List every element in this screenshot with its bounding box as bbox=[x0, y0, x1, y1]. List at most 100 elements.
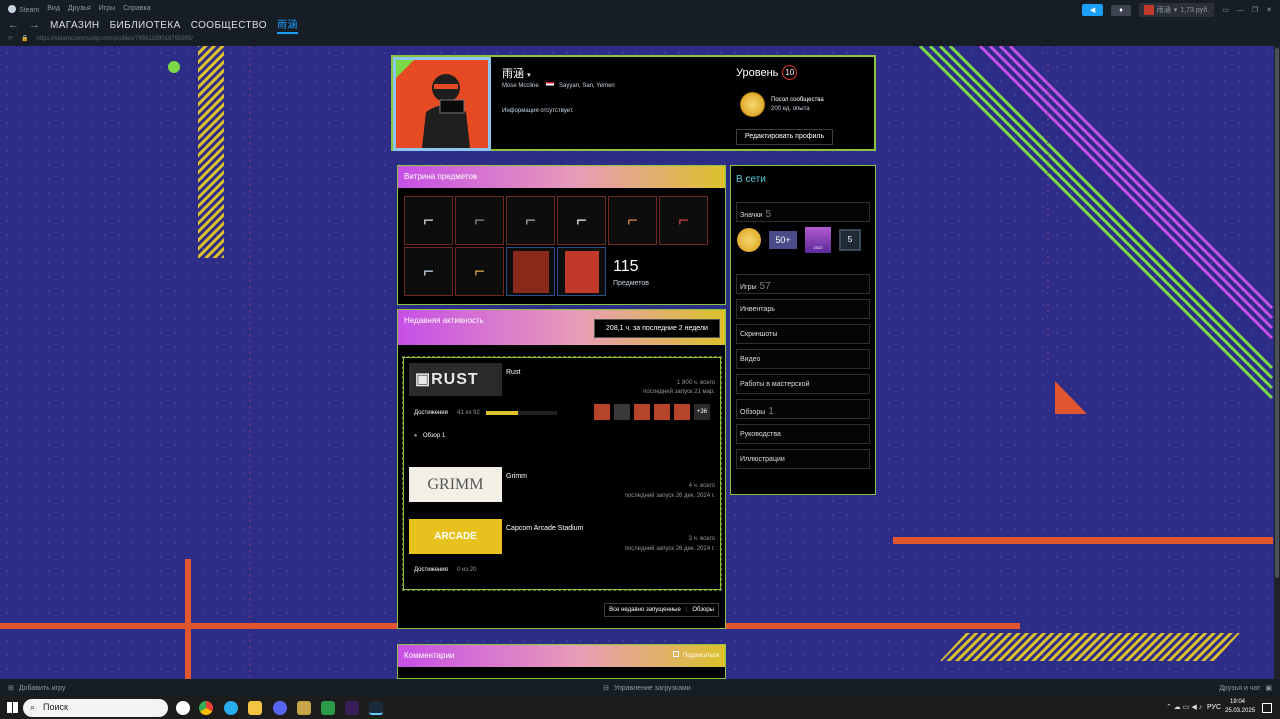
menu-steam[interactable]: Steam bbox=[8, 5, 39, 14]
menu-bar: Steam Вид Друзья Игры Справка bbox=[8, 5, 151, 14]
all-recent-link[interactable]: Все недавно запущенные bbox=[609, 607, 681, 613]
reviews-link[interactable]: Обзоры 1 bbox=[736, 399, 870, 419]
showcase-item[interactable]: ⌐ bbox=[608, 196, 657, 245]
showcase-item[interactable]: ⌐ bbox=[557, 196, 606, 245]
profile-name: 雨涵 bbox=[502, 68, 524, 80]
nav-profile[interactable]: 雨涵 bbox=[276, 16, 298, 34]
menu-games[interactable]: Игры bbox=[99, 5, 116, 14]
showcase-item[interactable]: ⌐ bbox=[506, 196, 555, 245]
forward-arrow-icon[interactable]: → bbox=[29, 19, 40, 31]
artwork-link[interactable]: Иллюстрации bbox=[736, 449, 870, 469]
account-avatar bbox=[1143, 5, 1154, 15]
rifle-icon: ⌐ bbox=[678, 210, 689, 230]
achievement-icon[interactable] bbox=[654, 404, 670, 420]
game-name[interactable]: Capcom Arcade Stadium bbox=[506, 525, 583, 532]
url-bar: ⟳ 🔒 https://steamcommunity.com/profiles/… bbox=[8, 35, 194, 43]
grimm-capsule[interactable]: GRIMM bbox=[409, 467, 502, 502]
recent-activity: Недавняя активность 208,1 ч. за последни… bbox=[397, 309, 726, 629]
level-badge: 10 bbox=[782, 65, 798, 80]
windows-start-icon[interactable] bbox=[7, 702, 18, 713]
telegram-icon[interactable] bbox=[224, 701, 238, 715]
scrollbar[interactable] bbox=[1274, 46, 1280, 679]
clock-date[interactable]: 25.03.2025 bbox=[1225, 708, 1255, 714]
url-text[interactable]: https://steamcommunity.com/profiles/7656… bbox=[37, 36, 194, 42]
nav-library[interactable]: БИБЛИОТЕКА bbox=[110, 20, 181, 31]
showcase-item[interactable]: ⌐ bbox=[455, 247, 504, 296]
games-list: ▣RUST Rust 1 800 ч. всего последний запу… bbox=[402, 356, 722, 591]
guides-link[interactable]: Руководства bbox=[736, 424, 870, 444]
account-menu[interactable]: 雨涵 ▾ 1,73 руб. bbox=[1138, 3, 1215, 17]
chrome-icon[interactable] bbox=[199, 701, 213, 715]
nav-store[interactable]: МАГАЗИН bbox=[50, 20, 100, 31]
achievements-count: 0 из 20 bbox=[457, 567, 477, 573]
announcement-button[interactable]: ◀ bbox=[1081, 4, 1104, 16]
game-name[interactable]: Grimm bbox=[506, 473, 527, 480]
featured-badge-icon[interactable] bbox=[740, 92, 765, 117]
menu-view[interactable]: Вид bbox=[47, 5, 60, 14]
notifications-button[interactable]: ♦ bbox=[1111, 4, 1131, 16]
achievement-icon[interactable] bbox=[674, 404, 690, 420]
showcase-item[interactable]: ⌐ bbox=[404, 196, 453, 245]
game-last-played: последний запуск 26 дек. 2024 г. bbox=[624, 546, 715, 552]
showcase-item[interactable] bbox=[557, 247, 606, 296]
back-arrow-icon[interactable]: ← bbox=[8, 19, 19, 31]
language-indicator[interactable]: РУС bbox=[1207, 704, 1221, 711]
subscribe-link[interactable]: Подписаться bbox=[673, 651, 719, 659]
add-game-button[interactable]: ⊞ Добавить игру bbox=[8, 684, 66, 692]
showcase-item[interactable] bbox=[506, 247, 555, 296]
edit-profile-button[interactable]: Редактировать профиль bbox=[736, 129, 833, 145]
years-of-service-badge-icon[interactable]: 50+ bbox=[769, 231, 797, 249]
community-ambassador-badge-icon[interactable] bbox=[737, 228, 761, 252]
clock-time[interactable]: 19:04 bbox=[1230, 699, 1245, 705]
achievement-icon[interactable] bbox=[594, 404, 610, 420]
online-status: В сети bbox=[736, 174, 766, 185]
scrollbar-thumb[interactable] bbox=[1275, 48, 1279, 578]
maximize-icon[interactable]: ❐ bbox=[1252, 6, 1258, 14]
achievement-more[interactable]: +36 bbox=[694, 404, 710, 420]
app-green-icon[interactable] bbox=[321, 701, 335, 715]
taskbar-search[interactable]: ⌕ Поиск bbox=[23, 699, 168, 717]
notification-center-icon[interactable] bbox=[1262, 703, 1272, 713]
menu-friends[interactable]: Друзья bbox=[68, 5, 91, 14]
inventory-link[interactable]: Инвентарь bbox=[736, 299, 870, 319]
profile-name-row[interactable]: 雨涵 ▾ bbox=[502, 65, 531, 81]
screenshots-link[interactable]: Скриншоты bbox=[736, 324, 870, 344]
game-name[interactable]: Rust bbox=[506, 369, 520, 376]
games-link[interactable]: Игры 57 bbox=[736, 274, 870, 294]
workshop-link[interactable]: Работы в мастерской bbox=[736, 374, 870, 394]
next-app-icon[interactable] bbox=[345, 701, 359, 715]
steam-taskbar-icon[interactable] bbox=[369, 701, 383, 715]
big-picture-icon[interactable]: ▭ bbox=[1222, 6, 1229, 14]
videos-link[interactable]: Видео bbox=[736, 349, 870, 369]
discord-icon[interactable] bbox=[273, 701, 287, 715]
showcase-item[interactable]: ⌐ bbox=[404, 247, 453, 296]
friends-chat-button[interactable]: Друзья и чат ▣ bbox=[1219, 684, 1272, 692]
review-row[interactable]: ♠ Обзор 1 bbox=[414, 433, 445, 439]
steam-award-badge-icon[interactable]: 2022 bbox=[805, 227, 831, 253]
capcom-capsule[interactable]: ARCADE bbox=[409, 519, 502, 554]
menu-help[interactable]: Справка bbox=[123, 5, 150, 14]
steam-window-header: Steam Вид Друзья Игры Справка ← → МАГАЗИ… bbox=[0, 0, 1280, 46]
showcase-item[interactable]: ⌐ bbox=[455, 196, 504, 245]
badges-link[interactable]: Значки 5 bbox=[736, 202, 870, 222]
close-icon[interactable]: ✕ bbox=[1266, 6, 1272, 14]
profile-real-name: Mose Mccline bbox=[502, 83, 539, 89]
rust-capsule[interactable]: ▣RUST bbox=[409, 363, 502, 396]
file-explorer-icon[interactable] bbox=[248, 701, 262, 715]
nav-community[interactable]: СООБЩЕСТВО bbox=[191, 20, 267, 31]
achievement-icon[interactable] bbox=[634, 404, 650, 420]
minimize-icon[interactable]: — bbox=[1237, 7, 1244, 14]
tray-icons[interactable]: ⌃ ☁ ▭ ◀ ♪ bbox=[1166, 703, 1202, 711]
achievement-icon[interactable] bbox=[614, 404, 630, 420]
reviews-link[interactable]: Обзоры bbox=[692, 607, 714, 613]
level-badge-icon[interactable]: 5 bbox=[839, 229, 861, 251]
manage-downloads-button[interactable]: ⊟ Управление загрузками bbox=[603, 684, 691, 692]
level-label-text: Уровень bbox=[736, 66, 779, 79]
showcase-item[interactable]: ⌐ bbox=[659, 196, 708, 245]
app-icon[interactable] bbox=[297, 701, 311, 715]
avatar[interactable] bbox=[393, 57, 491, 151]
search-placeholder: Поиск bbox=[43, 702, 68, 712]
plus-icon: ⊞ bbox=[8, 685, 14, 692]
yandex-icon[interactable] bbox=[176, 701, 190, 715]
reload-icon[interactable]: ⟳ bbox=[8, 35, 13, 42]
